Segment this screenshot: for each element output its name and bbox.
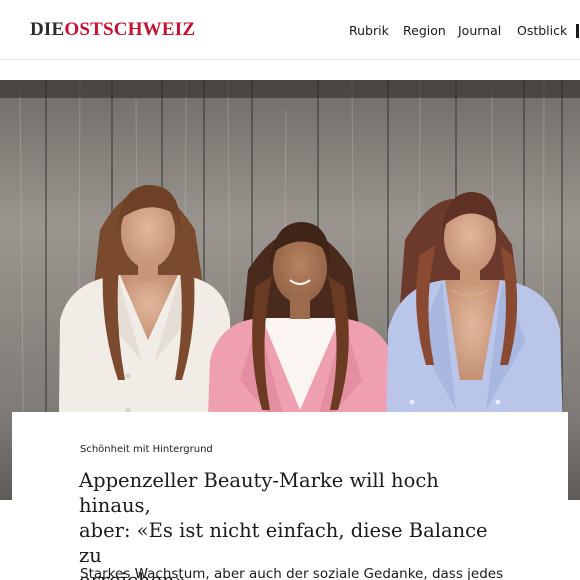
nav-item-region[interactable]: Region bbox=[403, 23, 446, 38]
headline-line-1: Appenzeller Beauty-Marke will hoch hinau… bbox=[79, 469, 439, 517]
nav-item-ostblick[interactable]: Ostblick bbox=[517, 23, 567, 38]
nav-item-rubrik[interactable]: Rubrik bbox=[349, 23, 389, 38]
article-lead: Starkes Wachstum, aber auch der soziale … bbox=[80, 566, 504, 580]
headline-line-2: aber: «Es ist nicht einfach, diese Balan… bbox=[79, 519, 488, 567]
article-kicker: Schönheit mit Hintergrund bbox=[80, 444, 213, 455]
article-teaser[interactable]: Schönheit mit Hintergrund Appenzeller Be… bbox=[12, 412, 568, 580]
main-nav: Rubrik Region Journal Ostblick bbox=[0, 23, 580, 39]
nav-item-overflow[interactable] bbox=[576, 24, 579, 38]
site-header: DIEOSTSCHWEIZ Rubrik Region Journal Ostb… bbox=[0, 0, 580, 60]
nav-item-journal[interactable]: Journal bbox=[458, 23, 501, 38]
